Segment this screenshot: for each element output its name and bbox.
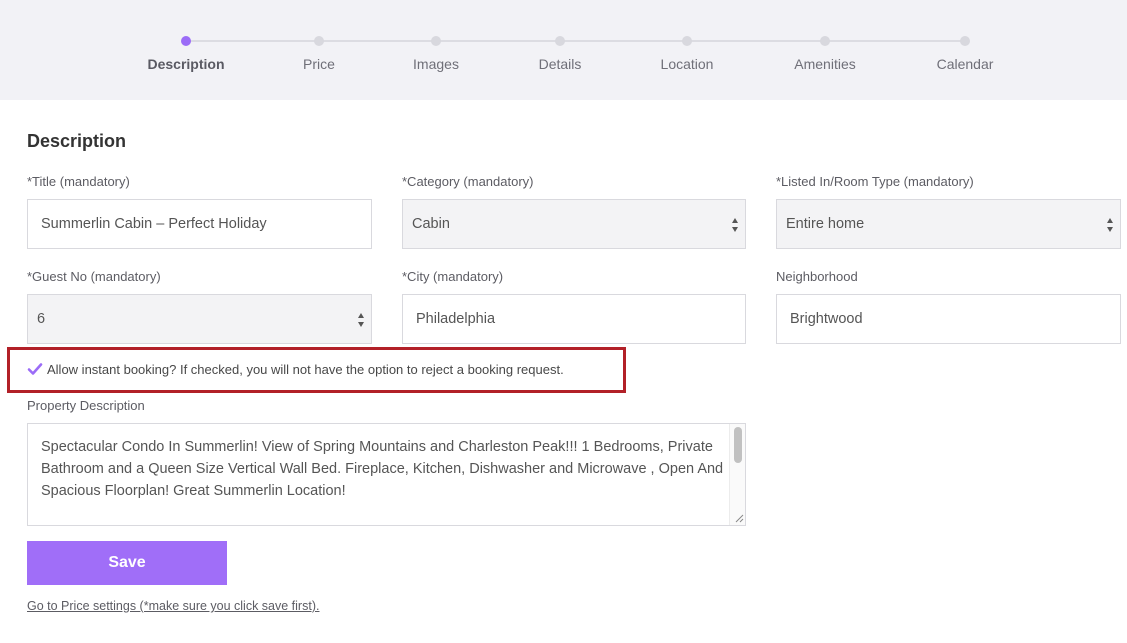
step-label[interactable]: Images (366, 56, 506, 72)
step-label[interactable]: Calendar (895, 56, 1035, 72)
updown-arrows-icon (732, 218, 738, 232)
property-description-value: Spectacular Condo In Summerlin! View of … (41, 439, 724, 499)
room-type-label: *Listed In/Room Type (mandatory) (776, 174, 974, 189)
scrollbar-thumb[interactable] (734, 427, 742, 463)
step-label[interactable]: Amenities (755, 56, 895, 72)
save-button[interactable]: Save (27, 541, 227, 585)
step-dot (820, 36, 830, 46)
step-label[interactable]: Description (116, 56, 256, 72)
guest-no-label: *Guest No (mandatory) (27, 269, 161, 284)
neighborhood-label: Neighborhood (776, 269, 858, 284)
guest-no-value: 6 (37, 311, 46, 327)
property-description-textarea[interactable]: Spectacular Condo In Summerlin! View of … (27, 423, 746, 526)
resize-grip-icon[interactable] (734, 513, 744, 523)
step-dot-active (181, 36, 191, 46)
textarea-scrollbar[interactable] (729, 424, 745, 525)
neighborhood-input[interactable]: Brightwood (776, 294, 1121, 344)
check-icon[interactable] (27, 361, 43, 377)
section-title: Description (27, 131, 127, 151)
instant-booking-checkbox[interactable]: Allow instant booking? If checked, you w… (27, 361, 564, 377)
category-select[interactable]: Cabin (402, 199, 746, 249)
step-label[interactable]: Details (490, 56, 630, 72)
city-label: *City (mandatory) (402, 269, 504, 284)
step-dot (682, 36, 692, 46)
updown-arrows-icon (1107, 218, 1113, 232)
guest-no-select[interactable]: 6 (27, 294, 372, 344)
step-dot (314, 36, 324, 46)
category-label: *Category (mandatory) (402, 174, 534, 189)
title-input[interactable]: Summerlin Cabin – Perfect Holiday (27, 199, 372, 249)
step-description[interactable]: Description (116, 36, 256, 72)
updown-arrows-icon (358, 313, 364, 327)
step-location[interactable]: Location (617, 36, 757, 72)
step-calendar[interactable]: Calendar (895, 36, 1035, 72)
step-images[interactable]: Images (366, 36, 506, 72)
room-type-value: Entire home (786, 216, 865, 232)
category-value: Cabin (412, 216, 450, 232)
title-value: Summerlin Cabin – Perfect Holiday (41, 216, 267, 232)
instant-booking-label: Allow instant booking? If checked, you w… (47, 361, 564, 377)
city-value: Philadelphia (416, 311, 496, 327)
step-dot (555, 36, 565, 46)
step-label[interactable]: Location (617, 56, 757, 72)
price-settings-link[interactable]: Go to Price settings (*make sure you cli… (27, 599, 319, 613)
progress-stepper: Description Price Images Details Locatio… (0, 0, 1127, 100)
city-input[interactable]: Philadelphia (402, 294, 746, 344)
title-label: *Title (mandatory) (27, 174, 130, 189)
property-description-label: Property Description (27, 398, 145, 413)
neighborhood-value: Brightwood (790, 311, 863, 327)
step-dot (431, 36, 441, 46)
step-dot (960, 36, 970, 46)
step-amenities[interactable]: Amenities (755, 36, 895, 72)
step-details[interactable]: Details (490, 36, 630, 72)
room-type-select[interactable]: Entire home (776, 199, 1121, 249)
